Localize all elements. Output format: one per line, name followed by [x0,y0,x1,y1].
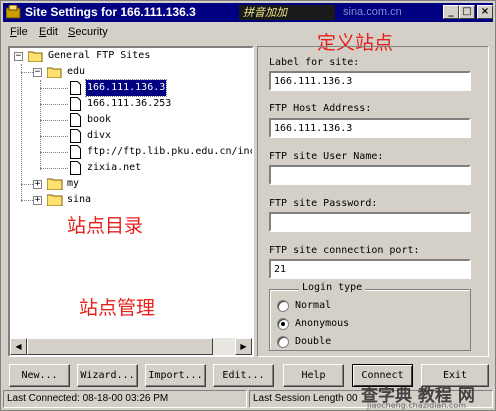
title-watermark: sina.com.cn [343,6,402,18]
radio-button-icon[interactable] [277,318,289,330]
user-name-input[interactable] [269,165,471,185]
login-type-title: Login type [299,282,366,293]
menu-security[interactable]: Security [68,26,108,38]
menu-edit-label: dit [46,26,58,38]
expand-icon[interactable]: + [33,180,42,189]
tree-item-label: 166.111.136.3 [84,79,168,97]
radio-button-icon[interactable] [277,336,289,348]
title-bar[interactable]: Site Settings for 166.111.136.3 拼音加加 sin… [3,3,493,22]
tree-item-label: General FTP Sites [48,50,151,61]
site-file-icon [70,81,81,95]
menu-security-label: ecurity [75,26,108,38]
scroll-right-icon[interactable]: ▶ [235,338,252,355]
site-file-icon [70,97,81,111]
folder-icon [47,194,63,206]
port-input[interactable]: 21 [269,259,471,279]
tree-item-label: divx [87,130,112,141]
tree-item-label: book [87,114,112,125]
minimize-button[interactable]: _ [443,5,459,19]
menu-file-label: ile [16,26,28,38]
password-input[interactable] [269,212,471,232]
radio-label: Double [295,336,332,347]
tree-item-label: my [67,178,80,189]
site-file-icon [70,113,81,127]
folder-open-icon [47,67,62,78]
close-button[interactable]: × [477,5,493,19]
radio-label: Normal [295,300,332,311]
scroll-thumb[interactable] [27,338,213,355]
label-for-site-input[interactable]: 166.111.136.3 [269,71,471,91]
ftp-host-input[interactable]: 166.111.136.3 [269,118,471,138]
help-button[interactable]: Help [283,364,344,387]
tree-item-label: ftp://ftp.lib.pku.edu.cn/inc [87,146,252,157]
menu-file-mnemonic: F [10,26,17,38]
collapse-icon[interactable]: − [33,68,42,77]
collapse-icon[interactable]: − [14,52,23,61]
tree-horizontal-scrollbar[interactable]: ◀ ▶ [10,338,252,355]
watermark-sub: jiaocheng.chazidian.com [367,401,467,410]
tree-item-label: sina [67,194,92,205]
site-settings-window: Site Settings for 166.111.136.3 拼音加加 sin… [0,0,496,411]
menu-edit[interactable]: Edit [39,26,58,38]
menu-bar: File Edit Security [3,23,493,42]
new-button[interactable]: New... [9,364,70,387]
password-label: FTP site Password: [269,198,378,209]
app-icon [6,5,21,19]
menu-file[interactable]: File [10,26,28,38]
edit-button[interactable]: Edit... [213,364,274,387]
user-name-label: FTP site User Name: [269,151,384,162]
tree-item-label: 166.111.36.253 [87,98,172,109]
site-file-icon [70,129,81,143]
folder-icon [47,178,63,190]
watermark-logo: 查字典 教程 网 jiaocheng.chazidian.com [361,381,495,411]
radio-label: Anonymous [295,318,350,329]
ftp-host-label: FTP Host Address: [269,103,372,114]
site-properties-panel: Label for site: 166.111.136.3 FTP Host A… [257,46,489,357]
status-last-connected: Last Connected: 08-18-00 03:26 PM [3,390,247,408]
window-title: Site Settings for 166.111.136.3 [25,5,196,19]
folder-open-icon [28,51,43,62]
expand-icon[interactable]: + [33,196,42,205]
tree-item-label: zixia.net [87,162,142,173]
annotation-site-management: 站点管理 [79,297,156,319]
site-file-icon [70,145,81,159]
site-file-icon [70,161,81,175]
maximize-button[interactable]: □ [459,5,475,19]
radio-button-icon[interactable] [277,300,289,312]
ime-stamp: 拼音加加 [239,5,335,20]
import-button[interactable]: Import... [145,364,206,387]
port-label: FTP site connection port: [269,245,420,256]
wizard-button[interactable]: Wizard... [77,364,138,387]
scroll-left-icon[interactable]: ◀ [10,338,27,355]
label-for-site-label: Label for site: [269,57,360,68]
tree-item-label: edu [67,66,86,77]
annotation-site-directory: 站点目录 [67,215,144,237]
